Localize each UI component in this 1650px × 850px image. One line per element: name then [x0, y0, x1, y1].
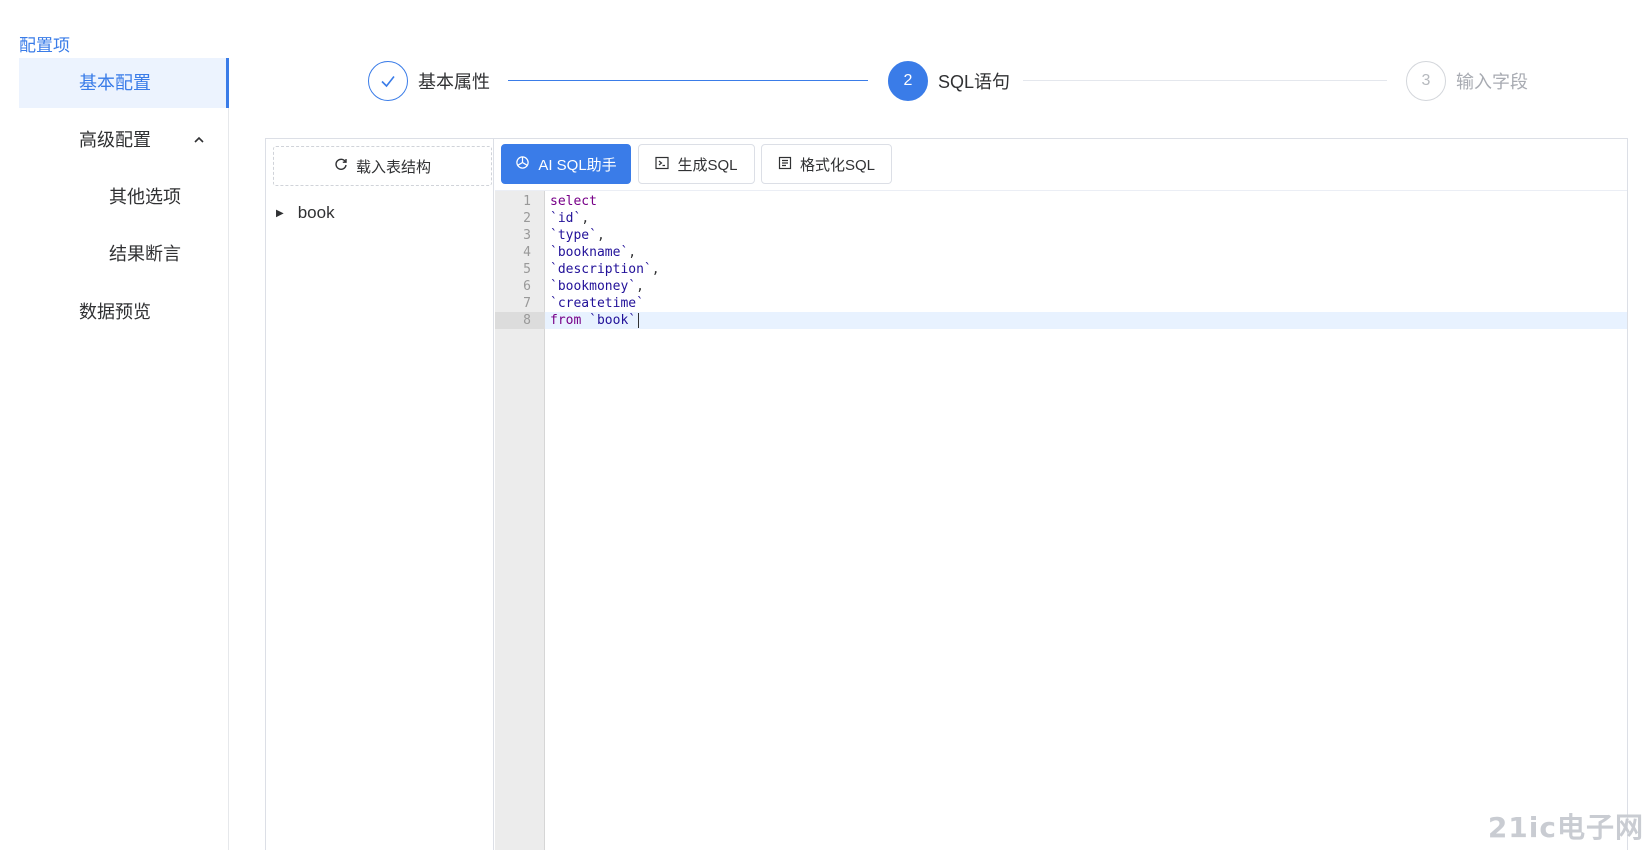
- code-line-active: 8 from `book`: [495, 312, 1627, 329]
- step-basic-properties[interactable]: 基本属性: [368, 61, 490, 101]
- step-sql-statement[interactable]: 2 SQL语句: [888, 61, 1010, 101]
- code-text: `bookname`,: [550, 245, 637, 260]
- sql-code-editor[interactable]: 1 select 2 `id`, 3 `type`, 4 `bookname`,…: [495, 191, 1627, 850]
- sidebar-item-advanced-config[interactable]: 高级配置: [19, 115, 229, 165]
- generate-button-label: 生成SQL: [677, 156, 738, 174]
- load-table-structure-button[interactable]: 载入表结构: [273, 146, 492, 186]
- code-line: 4 `bookname`,: [495, 244, 1627, 261]
- code-text: from `book`: [550, 312, 640, 329]
- sql-editor-panel: 载入表结构 ▶ book AI SQL助手 生成SQL 格式化SQL 1 sel…: [265, 138, 1628, 850]
- line-number: 8: [523, 313, 531, 328]
- code-text: `bookmoney`,: [550, 279, 644, 294]
- sidebar-item-data-preview[interactable]: 数据预览: [19, 287, 229, 337]
- format-sql-button[interactable]: 格式化SQL: [761, 144, 892, 184]
- generate-sql-button[interactable]: 生成SQL: [638, 144, 755, 184]
- line-number: 1: [523, 194, 531, 209]
- step-connector-pending: [1023, 80, 1387, 81]
- code-text: select: [550, 194, 597, 209]
- code-text: `createtime`: [550, 296, 644, 311]
- code-line: 3 `type`,: [495, 227, 1627, 244]
- tree-node-book[interactable]: ▶ book: [276, 201, 335, 225]
- code-line: 5 `description`,: [495, 261, 1627, 278]
- step-connector-done: [508, 80, 868, 81]
- line-number: 4: [523, 245, 531, 260]
- config-section-title: 配置项: [19, 36, 70, 55]
- refresh-icon: [334, 157, 348, 175]
- ai-sql-assistant-button[interactable]: AI SQL助手: [501, 144, 631, 184]
- format-button-label: 格式化SQL: [799, 156, 875, 174]
- sidebar-item-label: 其他选项: [109, 187, 181, 207]
- sidebar-item-basic-config[interactable]: 基本配置: [19, 58, 229, 108]
- step-label: SQL语句: [938, 72, 1011, 92]
- watermark-logo: 21ic电子网: [1487, 811, 1644, 844]
- load-button-label: 载入表结构: [355, 158, 431, 176]
- terminal-icon: [655, 156, 670, 173]
- step-label: 输入字段: [1456, 72, 1528, 92]
- line-number: 7: [523, 296, 531, 311]
- sidebar-item-label: 基本配置: [79, 73, 151, 93]
- code-line: 6 `bookmoney`,: [495, 278, 1627, 295]
- step-number: 2: [888, 61, 928, 101]
- code-text: `description`,: [550, 262, 660, 277]
- line-number: 2: [523, 211, 531, 226]
- sidebar-item-label: 结果断言: [109, 244, 181, 264]
- step-number: 3: [1406, 61, 1446, 101]
- sidebar-item-label: 高级配置: [79, 130, 151, 150]
- ai-button-label: AI SQL助手: [538, 156, 617, 174]
- sidebar-item-label: 数据预览: [79, 302, 151, 322]
- document-icon: [778, 156, 792, 173]
- line-number: 3: [523, 228, 531, 243]
- tree-node-label: book: [297, 203, 335, 222]
- code-text: `id`,: [550, 211, 590, 226]
- caret-right-icon[interactable]: ▶: [276, 208, 284, 219]
- code-line: 7 `createtime`: [495, 295, 1627, 312]
- code-text: `type`,: [550, 228, 605, 243]
- openai-icon: [515, 155, 530, 173]
- chevron-up-icon: [193, 115, 205, 165]
- sidebar-item-result-assertion[interactable]: 结果断言: [19, 229, 229, 279]
- code-line: 1 select: [495, 193, 1627, 210]
- line-number: 6: [523, 279, 531, 294]
- code-line: 2 `id`,: [495, 210, 1627, 227]
- table-structure-pane: 载入表结构 ▶ book: [266, 139, 494, 850]
- sidebar-item-other-options[interactable]: 其他选项: [19, 172, 229, 222]
- text-cursor: [638, 313, 640, 328]
- check-icon: [368, 61, 408, 101]
- step-label: 基本属性: [418, 72, 490, 92]
- line-number: 5: [523, 262, 531, 277]
- step-input-fields[interactable]: 3 输入字段: [1406, 61, 1528, 101]
- editor-toolbar: AI SQL助手 生成SQL 格式化SQL: [495, 139, 1627, 191]
